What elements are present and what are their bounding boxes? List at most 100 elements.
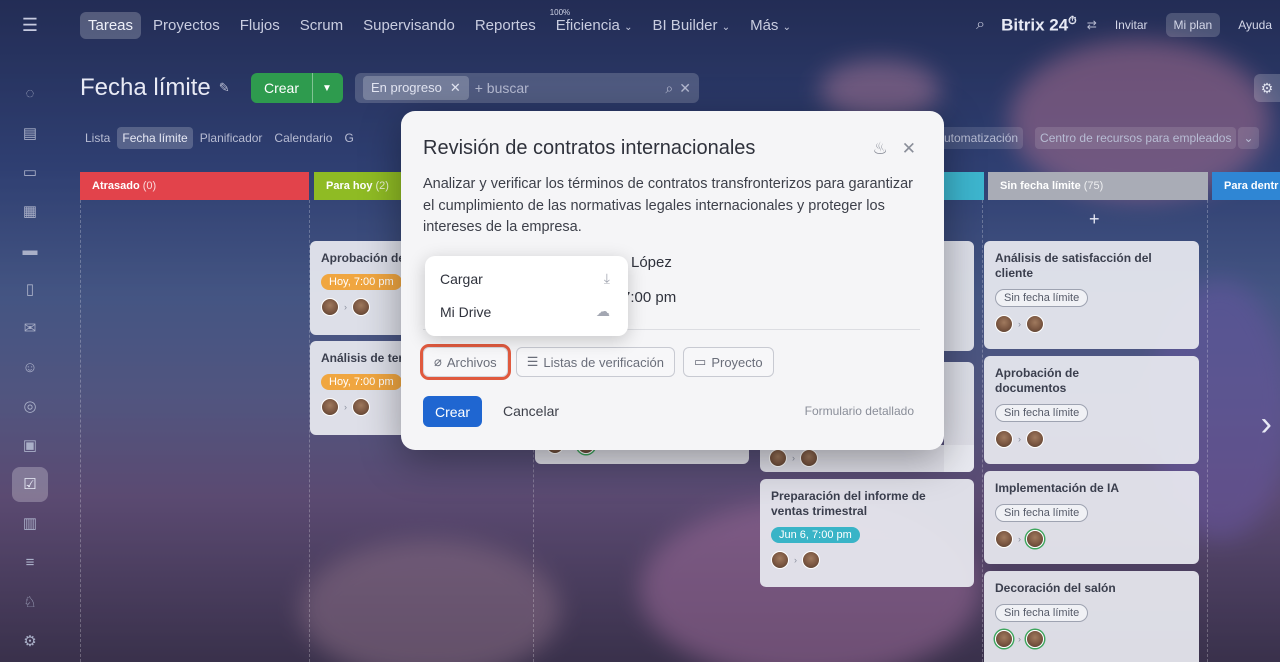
chevron-down-icon[interactable]: ▼ — [312, 73, 341, 103]
filter-icon[interactable]: ≡ — [12, 545, 48, 581]
nav-supervisando[interactable]: Supervisando — [355, 12, 463, 39]
chat-icon[interactable]: ▭ — [12, 154, 48, 190]
checklists-button[interactable]: ☰ Listas de verificación — [515, 347, 676, 377]
task-card[interactable]: Decoración del salón Sin fecha límite › — [984, 571, 1199, 662]
close-icon[interactable]: ✕ — [450, 80, 461, 96]
chevron-right-icon[interactable]: › — [1261, 405, 1272, 444]
create-button[interactable]: Crear — [423, 396, 482, 427]
nav-flujos[interactable]: Flujos — [232, 12, 288, 39]
cancel-button[interactable]: Cancelar — [503, 403, 559, 419]
search-input[interactable]: + buscar — [475, 80, 660, 96]
avatar[interactable] — [995, 315, 1013, 333]
tab-deadline[interactable]: Fecha límite — [117, 127, 193, 149]
avatar[interactable] — [995, 530, 1013, 548]
nav-bi-builder[interactable]: BI Builder ⌄ — [644, 12, 738, 39]
create-task-button[interactable]: Crear ▼ — [251, 73, 343, 103]
menu-item-my-drive[interactable]: Mi Drive ☁ — [425, 295, 628, 328]
activity-icon[interactable]: ◌ — [12, 76, 48, 112]
tab-calendar[interactable]: Calendario — [269, 127, 337, 149]
calendar-icon[interactable]: ▦ — [12, 193, 48, 229]
clear-icon[interactable]: ✕ — [679, 80, 691, 97]
deadline-pill[interactable]: Sin fecha límite — [995, 289, 1089, 307]
tasks-icon[interactable]: ☑ — [12, 466, 48, 503]
tab-automation[interactable]: utomatización — [944, 127, 1024, 149]
chevron-right-icon: › — [344, 402, 347, 412]
task-title: Decoración del salón — [995, 581, 1116, 595]
flame-icon[interactable]: ♨ — [873, 139, 888, 159]
files-label: Archivos — [446, 354, 497, 370]
invite-button[interactable]: Invitar — [1107, 13, 1156, 37]
mail-icon[interactable]: ✉ — [12, 310, 48, 346]
avatar[interactable] — [769, 449, 787, 467]
deadline-pill[interactable]: Sin fecha límite — [995, 404, 1089, 422]
avatar[interactable] — [321, 298, 339, 316]
document-icon[interactable]: ▯ — [12, 271, 48, 307]
avatar[interactable] — [1026, 315, 1044, 333]
avatar[interactable] — [1026, 430, 1044, 448]
deadline-pill[interactable]: Sin fecha límite — [995, 604, 1089, 622]
nav-proyectos[interactable]: Proyectos — [145, 12, 228, 39]
deadline-pill[interactable]: Hoy, 7:00 pm — [321, 274, 402, 290]
filter-chip[interactable]: En progreso ✕ — [363, 76, 469, 100]
task-card[interactable]: Preparación del informe de ventas trimes… — [760, 479, 974, 587]
settings-icon[interactable]: ⚙ — [12, 623, 48, 659]
menu-item-upload[interactable]: Cargar ⤓ — [425, 262, 628, 295]
chevron-right-icon: › — [794, 555, 797, 565]
gear-icon[interactable]: ⚙ — [1254, 74, 1280, 102]
avatar[interactable] — [995, 430, 1013, 448]
task-title: Preparación del informe de ventas trimes… — [771, 489, 926, 518]
nav-reportes[interactable]: Reportes — [467, 12, 544, 39]
deadline-pill[interactable]: Hoy, 7:00 pm — [321, 374, 402, 390]
drive-icon[interactable]: ▬ — [12, 232, 48, 268]
deadline-pill[interactable]: Jun 6, 7:00 pm — [771, 527, 860, 543]
nav-tareas[interactable]: Tareas — [80, 11, 142, 39]
task-card-partial[interactable] — [944, 241, 974, 351]
nav-mas[interactable]: Más ⌄ — [742, 12, 799, 39]
task-card[interactable]: Análisis de satisfacción del cliente Sin… — [984, 241, 1199, 349]
crm-icon[interactable]: ◎ — [12, 389, 48, 425]
tab-gantt[interactable]: G — [339, 127, 358, 149]
avatar[interactable] — [802, 551, 820, 569]
search-filter[interactable]: En progreso ✕ + buscar ⌕ ✕ — [355, 73, 699, 103]
responsible-name[interactable]: López — [631, 254, 672, 271]
avatar[interactable] — [352, 398, 370, 416]
close-icon[interactable]: ✕ — [902, 139, 916, 159]
files-button[interactable]: ⌀ Archivos — [420, 344, 511, 380]
detailed-form-link[interactable]: Formulario detallado — [805, 404, 914, 418]
feed-icon[interactable]: ▤ — [12, 115, 48, 151]
chevron-down-icon[interactable]: ⌄ — [1238, 127, 1259, 149]
tab-employee-resources[interactable]: Centro de recursos para empleados — [1035, 127, 1237, 149]
pin-icon[interactable]: ✎ — [219, 80, 230, 96]
sites-icon[interactable]: ▣ — [12, 428, 48, 464]
contacts-icon[interactable]: ☺ — [12, 349, 48, 385]
avatar[interactable] — [1026, 530, 1044, 548]
modal-description[interactable]: Analizar y verificar los términos de con… — [423, 174, 923, 239]
avatar[interactable] — [771, 551, 789, 569]
task-title: Aprobación de documentos — [995, 366, 1080, 395]
id-card-icon[interactable]: ▥ — [12, 506, 48, 542]
nav-eficiencia[interactable]: 100% Eficiencia ⌄ — [548, 8, 641, 39]
avatar[interactable] — [800, 449, 818, 467]
tab-list[interactable]: Lista — [80, 127, 115, 149]
plan-button[interactable]: Mi plan — [1165, 13, 1221, 37]
search-icon[interactable]: ⌕ — [665, 80, 673, 97]
help-button[interactable]: Ayuda — [1230, 13, 1280, 37]
deadline-time[interactable]: 7:00 pm — [622, 289, 676, 306]
menu-icon[interactable]: ☰ — [0, 15, 60, 36]
avatar[interactable] — [352, 298, 370, 316]
swap-icon[interactable]: ⇄ — [1087, 18, 1097, 32]
project-button[interactable]: ▭ Proyecto — [683, 347, 774, 377]
modal-title[interactable]: Revisión de contratos internacionales — [423, 137, 755, 160]
task-avatars: › — [995, 630, 1188, 648]
task-card[interactable]: Aprobación de documentos Sin fecha límit… — [984, 356, 1199, 464]
nav-scrum[interactable]: Scrum — [292, 12, 351, 39]
avatar[interactable] — [321, 398, 339, 416]
deadline-pill[interactable]: Sin fecha límite — [995, 504, 1089, 522]
avatar[interactable] — [995, 630, 1013, 648]
robot-icon[interactable]: ♘ — [12, 584, 48, 620]
task-card[interactable]: Implementación de IA Sin fecha límite › — [984, 471, 1199, 564]
avatar[interactable] — [1026, 630, 1044, 648]
search-icon[interactable]: ⌕ — [976, 16, 985, 34]
tab-planner[interactable]: Planificador — [195, 127, 268, 149]
add-task-icon[interactable]: + — [1089, 209, 1100, 230]
